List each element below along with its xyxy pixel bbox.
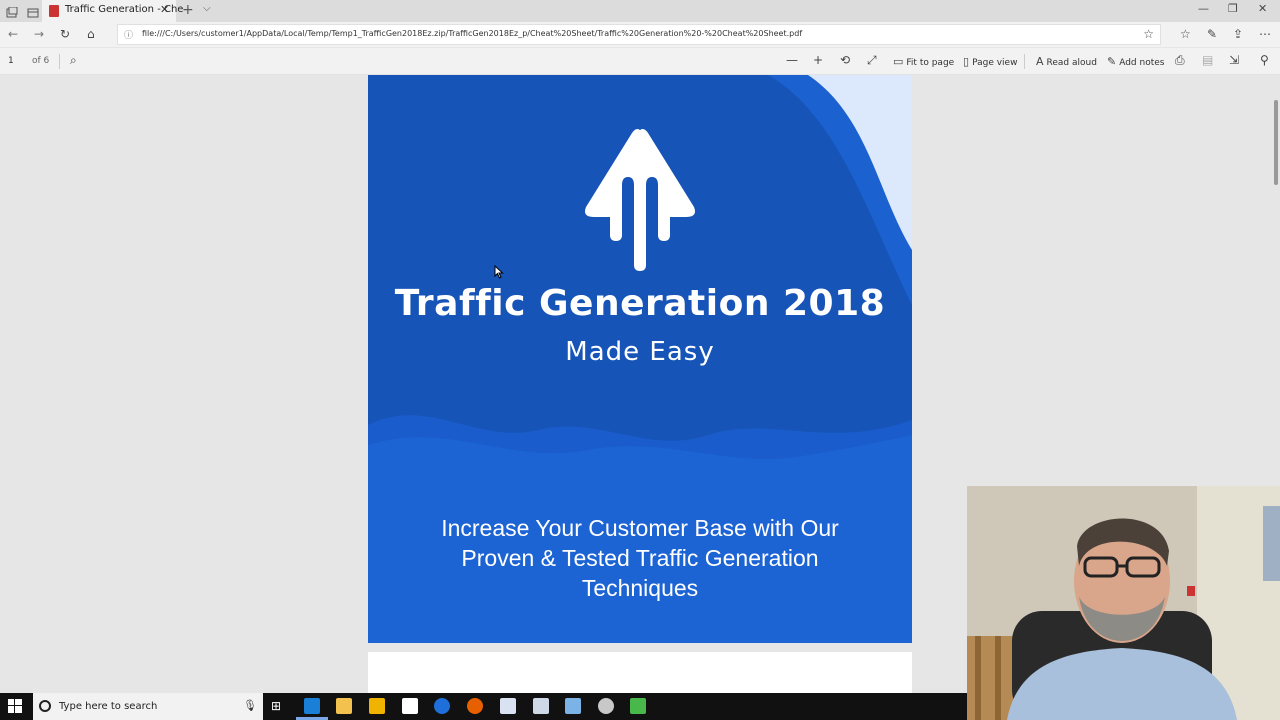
favorites-icon[interactable]: ☆	[1180, 27, 1191, 41]
new-tab-icon[interactable]: +	[182, 2, 194, 18]
app-icon-blue[interactable]	[434, 698, 450, 714]
microphone-icon[interactable]: 🎙	[243, 699, 257, 712]
cortana-icon	[39, 700, 51, 712]
edge-browser-icon[interactable]	[304, 698, 320, 714]
add-notes-label: Add notes	[1119, 58, 1165, 68]
restore-icon[interactable]: ❐	[1228, 2, 1238, 15]
search-icon[interactable]: ⌕	[70, 53, 77, 68]
read-aloud-icon: A	[1036, 55, 1044, 68]
taskbar-search-box[interactable]: Type here to search 🎙	[33, 693, 263, 720]
store-icon[interactable]	[369, 698, 385, 714]
mouse-cursor-icon	[494, 265, 504, 279]
more-icon[interactable]: ⋯	[1259, 27, 1271, 41]
window-close-icon[interactable]: ✕	[1258, 2, 1267, 15]
page-view-label: Page view	[972, 58, 1018, 68]
pen-icon: ✎	[1107, 55, 1117, 68]
fit-page-icon: ▭	[893, 55, 904, 68]
pin-toolbar-icon[interactable]: ⚲	[1260, 53, 1269, 67]
close-tab-icon[interactable]: ✕	[160, 3, 169, 16]
pen-icon[interactable]: ✎	[1207, 27, 1217, 41]
fullscreen-icon[interactable]: ⤢	[867, 53, 877, 68]
chevron-down-icon[interactable]: ⌵	[203, 3, 211, 14]
zoom-in-icon[interactable]: +	[813, 53, 823, 67]
save-as-icon[interactable]: ⇲	[1229, 53, 1239, 67]
firefox-icon[interactable]	[467, 698, 483, 714]
webcam-overlay	[967, 486, 1280, 720]
vertical-scrollbar[interactable]	[1274, 100, 1278, 185]
set-aside-tabs-icon[interactable]	[6, 4, 20, 18]
paint-app-icon[interactable]	[598, 698, 614, 714]
pdf-toolbar: 1 of 6 ⌕ — + ⟲ ⤢ ▭ Fit to page ▯ Page view…	[0, 48, 1280, 75]
read-aloud-button[interactable]: A Read aloud	[1036, 55, 1097, 68]
rotate-icon[interactable]: ⟲	[840, 53, 850, 67]
document-tagline: Increase Your Customer Base with Our Pro…	[441, 515, 839, 601]
editor-app-icon[interactable]	[565, 698, 581, 714]
back-icon[interactable]: ←	[8, 27, 18, 41]
refresh-icon[interactable]: ↻	[60, 27, 70, 41]
page-number-input[interactable]: 1	[8, 56, 14, 66]
task-view-icon[interactable]: ⊞	[271, 699, 281, 713]
share-icon[interactable]: ⇪	[1233, 27, 1243, 41]
mail-icon[interactable]	[402, 698, 418, 714]
page-count: of 6	[32, 56, 50, 66]
url-text: file:///C:/Users/customer1/AppData/Local…	[142, 29, 803, 38]
save-icon[interactable]: ▤	[1202, 53, 1213, 67]
read-aloud-label: Read aloud	[1046, 58, 1097, 68]
windows-start-icon[interactable]	[8, 699, 22, 713]
active-tab[interactable]: Traffic Generation - Che ✕	[42, 0, 183, 22]
camtasia-icon[interactable]	[630, 698, 646, 714]
presenter-video	[967, 486, 1280, 720]
pdf-page-1: Traffic Generation 2018 Made Easy Increa…	[368, 75, 912, 643]
divider	[59, 54, 60, 69]
windows-taskbar: Type here to search 🎙 ⊞	[0, 693, 967, 720]
file-explorer-icon[interactable]	[336, 698, 352, 714]
address-bar-row: ← → ↻ ⌂ ⓘ file:///C:/Users/customer1/App…	[0, 22, 1280, 47]
arrow-up-logo-icon	[585, 129, 695, 271]
print-icon[interactable]: ⎙	[1175, 53, 1185, 68]
forward-icon[interactable]: →	[34, 27, 44, 41]
minimize-icon[interactable]: —	[1198, 2, 1209, 15]
pdf-icon	[49, 5, 59, 17]
document-app-icon[interactable]	[533, 698, 549, 714]
document-headline: Traffic Generation 2018	[394, 283, 886, 324]
fit-to-page-label: Fit to page	[906, 58, 955, 68]
zoom-out-icon[interactable]: —	[786, 53, 798, 67]
page-view-button[interactable]: ▯ Page view	[963, 55, 1017, 68]
fit-to-page-button[interactable]: ▭ Fit to page	[893, 55, 954, 68]
divider	[1024, 54, 1025, 69]
home-icon[interactable]: ⌂	[87, 27, 95, 41]
url-field[interactable]: ⓘ file:///C:/Users/customer1/AppData/Loc…	[117, 24, 1161, 45]
document-subheadline: Made Easy	[565, 337, 715, 367]
info-icon: ⓘ	[124, 31, 134, 41]
search-placeholder: Type here to search	[59, 701, 158, 712]
show-tabs-icon[interactable]	[27, 4, 41, 18]
browser-tab-bar: Traffic Generation - Che ✕ + ⌵ — ❐ ✕	[0, 0, 1280, 22]
page-view-icon: ▯	[963, 55, 970, 68]
notepad-icon[interactable]	[500, 698, 516, 714]
add-notes-button[interactable]: ✎ Add notes	[1107, 55, 1164, 68]
favorite-star-icon[interactable]: ☆	[1143, 27, 1154, 41]
